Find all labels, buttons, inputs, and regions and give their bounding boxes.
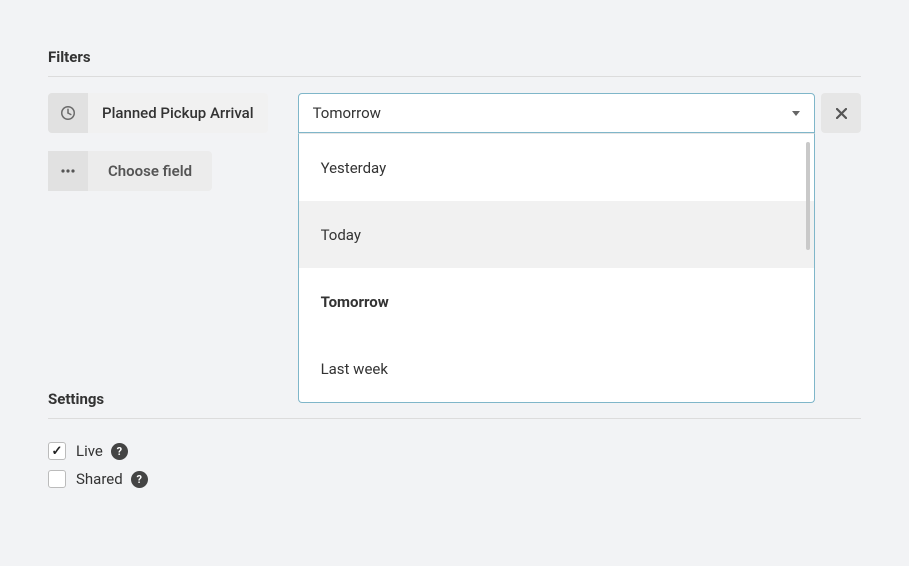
dropdown-option[interactable]: Tomorrow bbox=[299, 268, 814, 335]
filters-section: Filters Planned Pickup Arrival Tomorrow bbox=[48, 48, 861, 191]
dropdown-option-label: Last week bbox=[321, 360, 388, 378]
choose-field-label: Choose field bbox=[88, 162, 212, 180]
setting-row: Shared? bbox=[48, 465, 861, 493]
ellipsis-icon bbox=[48, 151, 88, 191]
help-icon[interactable]: ? bbox=[111, 443, 128, 460]
filter-field-chip[interactable]: Planned Pickup Arrival bbox=[48, 93, 268, 133]
settings-section: Settings Live?Shared? bbox=[48, 390, 861, 493]
close-icon bbox=[836, 108, 847, 119]
chevron-down-icon bbox=[792, 111, 800, 116]
remove-filter-button[interactable] bbox=[821, 93, 861, 133]
dropdown-panel: Yesterday Today Tomorrow Last week bbox=[298, 133, 815, 403]
dropdown-option[interactable]: Last week bbox=[299, 335, 814, 402]
dropdown-option[interactable]: Today bbox=[299, 201, 814, 268]
filters-divider bbox=[48, 76, 861, 77]
dropdown-selected-value: Tomorrow bbox=[313, 104, 381, 122]
dropdown-option-label: Yesterday bbox=[321, 159, 387, 177]
checkbox[interactable] bbox=[48, 442, 66, 460]
help-icon[interactable]: ? bbox=[131, 471, 148, 488]
dropdown-toggle[interactable]: Tomorrow bbox=[298, 93, 815, 133]
filter-row: Planned Pickup Arrival Tomorrow Yesterda… bbox=[48, 93, 861, 133]
filter-field-label: Planned Pickup Arrival bbox=[88, 104, 268, 122]
scrollbar-thumb[interactable] bbox=[806, 142, 810, 250]
settings-divider bbox=[48, 418, 861, 419]
checkbox[interactable] bbox=[48, 470, 66, 488]
filters-title: Filters bbox=[48, 48, 861, 66]
clock-icon bbox=[48, 93, 88, 133]
dropdown-option[interactable]: Yesterday bbox=[299, 134, 814, 201]
choose-field-button[interactable]: Choose field bbox=[48, 151, 212, 191]
filter-value-dropdown: Tomorrow YesterdayTodayTomorrowLast week bbox=[298, 93, 815, 133]
dropdown-option-label: Tomorrow bbox=[321, 293, 389, 311]
setting-label: Shared bbox=[76, 470, 123, 488]
dropdown-option-label: Today bbox=[321, 226, 361, 244]
setting-row: Live? bbox=[48, 437, 861, 465]
setting-label: Live bbox=[76, 442, 103, 460]
